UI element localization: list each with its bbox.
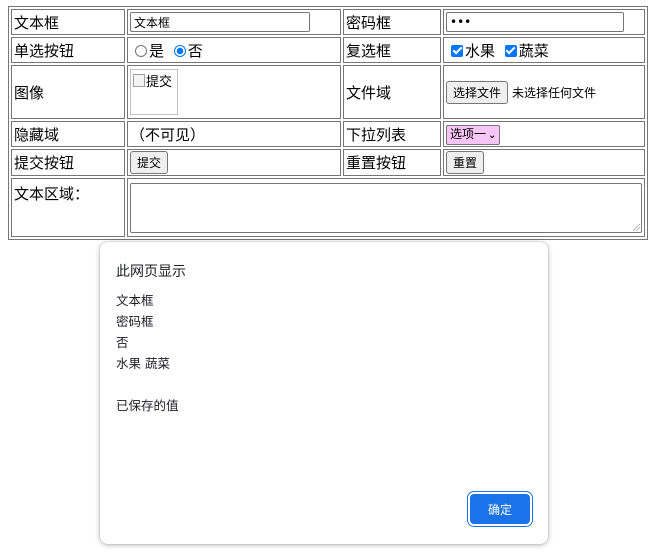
row-image: 图像 提交 文件域 选择文件 未选择任何文件 — [11, 65, 645, 119]
form-table: 文本框 密码框 单选按钮 是 否 复选框 水果 蔬菜 图像 提交 文件域 选择文… — [8, 6, 648, 240]
alert-dialog: 此网页显示 文本框 密码框 否 水果 蔬菜 已保存的值 确定 — [100, 242, 548, 544]
label-hidden: 隐藏域 — [11, 121, 125, 147]
file-status: 未选择任何文件 — [512, 85, 597, 100]
ok-button[interactable]: 确定 — [470, 494, 530, 524]
label-radio: 单选按钮 — [11, 37, 125, 63]
reset-button[interactable]: 重置 — [446, 151, 485, 174]
dialog-line: 密码框 — [116, 314, 154, 329]
row-text: 文本框 密码框 — [11, 9, 645, 35]
row-buttons: 提交按钮 提交 重置按钮 重置 — [11, 149, 645, 176]
resize-grip-icon[interactable] — [633, 223, 640, 231]
label-select: 下拉列表 — [343, 121, 441, 147]
submit-button[interactable]: 提交 — [130, 151, 169, 174]
dialog-line: 已保存的值 — [116, 398, 179, 413]
label-submit: 提交按钮 — [11, 149, 125, 176]
hidden-note: （不可见） — [127, 121, 341, 147]
dialog-title: 此网页显示 — [116, 264, 186, 280]
dialog-line: 文本框 — [116, 293, 154, 308]
label-text: 文本框 — [11, 9, 125, 35]
radio-yes-label: 是 — [149, 41, 165, 60]
dropdown-value: 选项一 — [450, 126, 487, 141]
checkbox-fruit[interactable] — [451, 44, 463, 57]
text-input[interactable] — [130, 12, 310, 32]
chevron-down-icon: ⌄ — [488, 129, 497, 141]
radio-yes[interactable] — [135, 44, 147, 57]
image-alt-text: 提交 — [146, 75, 173, 90]
dropdown-select[interactable]: 选项一 ⌄ — [446, 124, 501, 145]
label-reset: 重置按钮 — [343, 149, 441, 176]
broken-image-icon — [133, 74, 145, 87]
label-checkbox: 复选框 — [343, 37, 441, 63]
choose-file-button[interactable]: 选择文件 — [446, 80, 509, 104]
checkbox-veg[interactable] — [504, 44, 517, 57]
row-hidden: 隐藏域 （不可见） 下拉列表 选项一 ⌄ — [11, 121, 645, 147]
row-textarea: 文本区域： — [11, 178, 645, 237]
dialog-line: 否 — [116, 335, 129, 350]
label-image: 图像 — [11, 65, 125, 119]
dialog-line: 水果 蔬菜 — [116, 356, 170, 371]
image-submit[interactable]: 提交 — [130, 69, 178, 115]
checkbox-veg-label: 蔬菜 — [518, 41, 549, 60]
password-input[interactable] — [446, 12, 624, 32]
radio-no[interactable] — [173, 44, 186, 57]
dialog-message: 文本框 密码框 否 水果 蔬菜 已保存的值 — [116, 290, 179, 416]
label-file: 文件域 — [343, 65, 441, 119]
label-textarea: 文本区域： — [11, 178, 125, 237]
row-radio: 单选按钮 是 否 复选框 水果 蔬菜 — [11, 37, 645, 63]
radio-no-label: 否 — [187, 41, 203, 60]
dialog-line — [116, 374, 179, 395]
textarea-input[interactable] — [130, 182, 642, 233]
checkbox-fruit-label: 水果 — [465, 41, 496, 60]
label-password: 密码框 — [343, 9, 441, 35]
